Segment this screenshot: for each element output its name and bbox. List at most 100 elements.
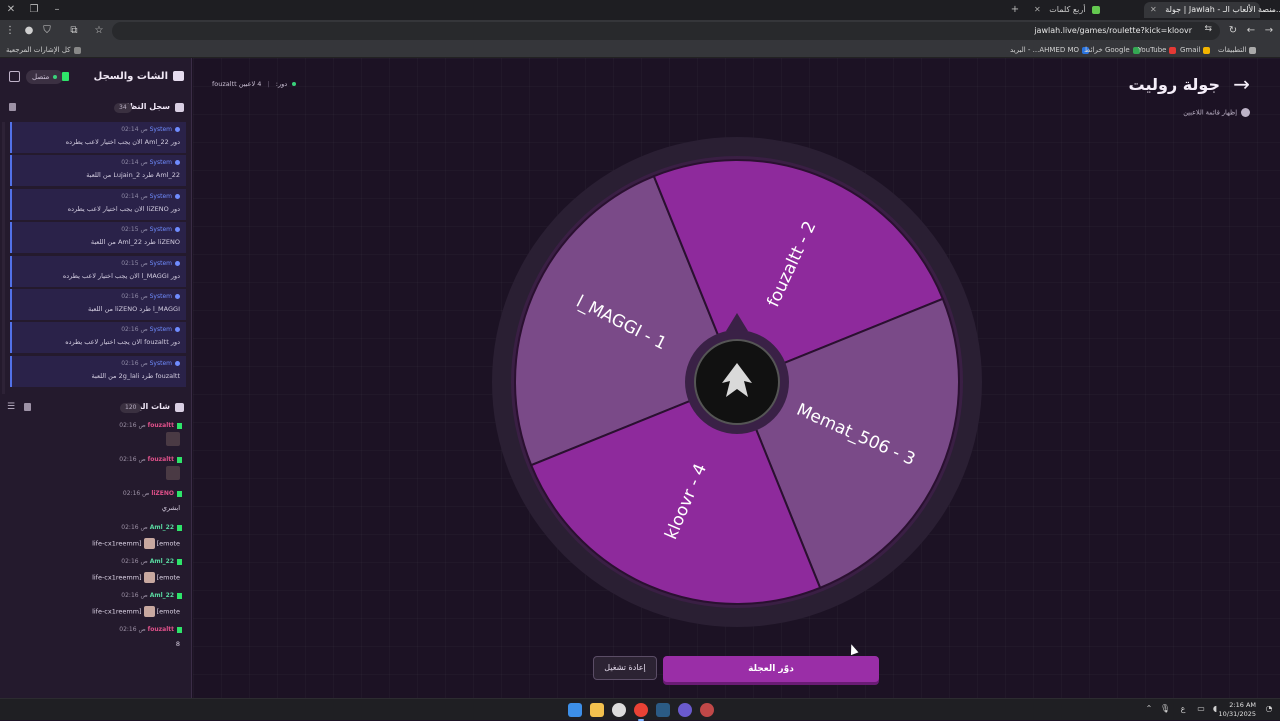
menu-icon[interactable]: ⋮ (3, 24, 17, 38)
minimize-window-icon[interactable]: – (49, 3, 65, 17)
log-item: 02:15 ص System liZENO طرد Aml_22 من اللعب… (10, 222, 186, 254)
kick-badge-icon (177, 490, 182, 497)
kick-badge-icon (177, 558, 182, 565)
start-windows-icon[interactable] (568, 703, 582, 717)
sidebar-title: الشات والسجل (93, 71, 168, 82)
message-text: 8 (175, 640, 180, 648)
chat-message: 02:16 ص Aml_22 life-cx1reemm] [emote (0, 522, 192, 554)
close-window-icon[interactable]: ✕ (3, 3, 19, 17)
log-meta: 02:15 ص System (121, 226, 180, 233)
chat-username[interactable]: fouzaltt (148, 422, 174, 429)
filter-list-icon[interactable]: ☰ (7, 402, 15, 412)
message-meta: 02:16 ص Aml_22 (121, 524, 182, 531)
app-icon[interactable] (700, 703, 714, 717)
bookmark-mail[interactable]: البريد - ...AHMED MO (1010, 42, 1090, 58)
site-settings-icon[interactable]: ⇆ (1204, 24, 1212, 34)
message-meta: 02:16 ص fouzaltt (119, 422, 182, 429)
log-item: 02:14 ص System دور Aml_22 الان يجب اختيار… (10, 122, 186, 153)
chevron-up-icon[interactable]: ⌃ (1144, 704, 1154, 714)
chat-message: 02:16 ص fouzaltt 8 (0, 624, 192, 656)
players-count: 4 لاعبين (238, 80, 262, 88)
kick-badge-icon (177, 422, 182, 429)
gear-icon (1241, 108, 1250, 117)
chat-bubble-icon (175, 403, 184, 412)
log-text: دور fouzaltt الان يجب اختيار لاعب يطرده (65, 338, 180, 347)
online-dot-icon (292, 82, 297, 86)
chat-username[interactable]: liZENO (151, 490, 174, 497)
message-text: life-cx1reemm] [emote (92, 572, 180, 583)
log-meta: 02:14 ص System (121, 159, 180, 166)
spin-wheel-button[interactable]: دوّر العجلة (663, 656, 879, 682)
close-tab-icon[interactable]: ✕ (1034, 2, 1041, 18)
log-text: دور liZENO الان يجب اختيار لاعب يطرده (67, 204, 180, 213)
emote-image (143, 538, 155, 549)
collapse-sidebar-icon[interactable] (9, 71, 20, 82)
clock-date: 10/31/2025 (1218, 710, 1256, 718)
microphone-icon[interactable]: 🎙 (1160, 704, 1170, 714)
bookmark-youtube[interactable]: YouTube (1138, 42, 1177, 58)
chat-username[interactable]: Aml_22 (150, 524, 174, 531)
log-text: fouzaltt طرد 2g_lali من اللعبة (91, 371, 181, 380)
back-icon[interactable]: → (1262, 24, 1276, 38)
chat-message: 02:16 ص fouzaltt (0, 454, 192, 486)
stream-chat-count: 120 (120, 403, 142, 413)
message-meta: 02:16 ص Aml_22 (121, 592, 182, 599)
show-players-toggle[interactable]: إظهار قائمة اللاعبين (1183, 108, 1250, 117)
extension-icon[interactable]: ⛉ (40, 24, 54, 38)
roulette-wheel[interactable]: l_MAGGI - 1fouzaltt - 2Memat_506 - 3kloo… (490, 135, 984, 629)
chrome-icon[interactable] (634, 703, 648, 721)
all-bookmarks-link[interactable]: كل الإشارات المرجعية (6, 42, 81, 58)
language-indicator[interactable]: ع (1178, 704, 1188, 714)
address-bar[interactable]: jawlah.live/games/roulette?kick=kloovr ⇆ (112, 22, 1220, 40)
log-icon (175, 103, 184, 112)
display-icon[interactable]: ▭ (1196, 704, 1206, 714)
steam-icon[interactable] (656, 703, 670, 717)
tab-search-icon[interactable]: ⌄ (1264, 3, 1280, 17)
windows-taskbar: ⌃ 🎙 ع ▭ ◖ 2:16 AM 10/31/2025 ◔ (0, 698, 1280, 721)
bookmark-apps[interactable]: التطبيقات (1218, 42, 1257, 58)
turn-info: fouzaltt دور: | 4 لاعبين (212, 80, 299, 88)
chat-username[interactable]: fouzaltt (148, 626, 174, 633)
page-title: جولة روليت (1128, 75, 1220, 94)
clear-chat-trash-icon[interactable] (24, 403, 31, 411)
browser-tabbar: ✕ ❐ – + ✕ أربع كلمات ✕ جولة | Jawlah - م… (0, 0, 1280, 20)
reload-icon[interactable]: ↻ (1226, 24, 1240, 38)
system-icon (175, 160, 180, 166)
system-log-list: 02:14 ص System دور Aml_22 الان يجب اختيار… (0, 122, 192, 388)
connection-status: متصل (26, 70, 64, 84)
log-item: 02:15 ص System دور l_MAGGI الان يجب اختيا… (10, 255, 186, 287)
forward-icon[interactable]: ← (1244, 24, 1258, 38)
discord-icon[interactable] (678, 703, 692, 717)
chat-message: 02:16 ص Aml_22 life-cx1reemm] [emote (0, 590, 192, 622)
restart-button[interactable]: إعادة تشغيل (593, 656, 657, 680)
profile-avatar-icon[interactable]: ● (22, 24, 36, 38)
tab-jawlah[interactable]: ✕ جولة | Jawlah - منصة الألعاب الـ... (1144, 2, 1280, 18)
clear-log-trash-icon[interactable] (9, 103, 16, 111)
chat-icon (173, 71, 184, 81)
system-icon (175, 360, 180, 366)
online-dot-icon (53, 75, 58, 79)
system-log-header: سجل النظام 34 (0, 100, 192, 116)
message-meta: 02:16 ص fouzaltt (119, 626, 182, 633)
clock[interactable]: 2:16 AM 10/31/2025 (1219, 701, 1256, 719)
tab-word-game[interactable]: ✕ أربع كلمات (1028, 2, 1140, 18)
bookmark-gmail[interactable]: Gmail (1180, 42, 1211, 58)
chat-username[interactable]: Aml_22 (150, 558, 174, 565)
new-tab-icon[interactable]: + (1007, 3, 1023, 17)
log-meta: 02:15 ص System (121, 260, 180, 267)
restore-window-icon[interactable]: ❐ (26, 3, 42, 17)
bookmark-star-icon[interactable]: ☆ (92, 24, 106, 38)
back-arrow-icon[interactable]: → (1233, 72, 1250, 96)
app-area: الشات والسجل متصل سجل النظام 34 02:14 ص … (0, 58, 1280, 698)
system-icon (175, 294, 180, 299)
settings-icon[interactable] (612, 703, 626, 717)
emote-image (143, 572, 155, 583)
chat-username[interactable]: fouzaltt (148, 456, 174, 463)
clock-time: 2:16 AM (1229, 701, 1256, 709)
close-tab-icon[interactable]: ✕ (1150, 2, 1157, 18)
extensions-puzzle-icon[interactable]: ⧉ (67, 24, 81, 38)
chat-username[interactable]: Aml_22 (150, 592, 174, 599)
notifications-icon[interactable]: ◔ (1264, 704, 1274, 714)
file-explorer-icon[interactable] (590, 703, 604, 717)
bookmark-maps[interactable]: خرائط Google (1084, 42, 1140, 58)
